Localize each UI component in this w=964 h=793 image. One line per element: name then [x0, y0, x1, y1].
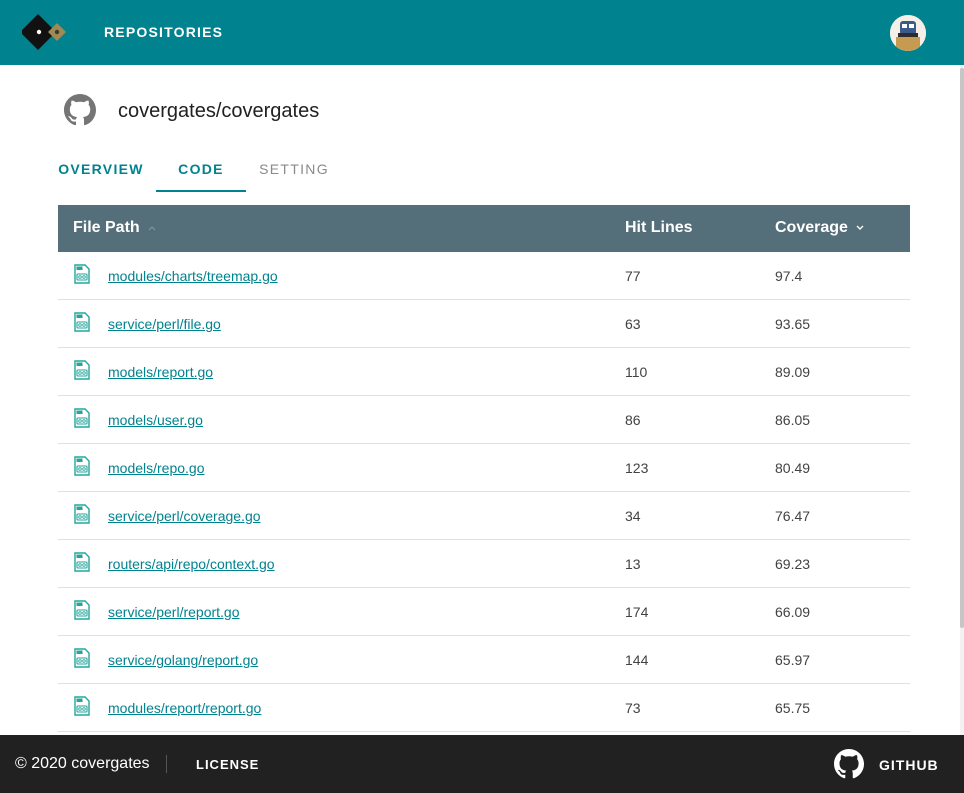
coverage-value: 97.4: [775, 268, 803, 284]
coverage-value: 89.09: [775, 364, 811, 380]
hit-lines-value: 63: [625, 316, 641, 332]
go-file-icon: [74, 504, 90, 524]
hit-lines-value: 34: [625, 508, 641, 524]
app-page: REPOSITORIES covergates/covergates OVERV…: [0, 0, 964, 793]
file-path-link[interactable]: models/user.go: [108, 412, 203, 428]
github-icon: [64, 94, 96, 126]
page-scrollbar-thumb[interactable]: [960, 68, 964, 628]
file-path-link[interactable]: modules/report/report.go: [108, 700, 261, 716]
column-header-coverage[interactable]: Coverage: [775, 219, 865, 237]
covergates-logo-icon[interactable]: [22, 14, 68, 50]
table-row: modules/report/report.go 73 65.75: [58, 684, 910, 732]
coverage-value: 76.47: [775, 508, 811, 524]
nav-repositories-link[interactable]: REPOSITORIES: [104, 24, 223, 40]
go-file-icon: [74, 408, 90, 428]
table-row: routers/api/repo/context.go 13 69.23: [58, 540, 910, 588]
table-header: File Path Hit Lines Coverage: [58, 205, 910, 252]
column-header-label: Coverage: [775, 219, 848, 236]
coverage-value: 69.23: [775, 556, 811, 572]
table-row: models/repo.go 123 80.49: [58, 444, 910, 492]
footer: © 2020 covergates LICENSE GITHUB: [0, 735, 964, 793]
file-path-link[interactable]: service/perl/coverage.go: [108, 508, 261, 524]
file-path-link[interactable]: service/perl/file.go: [108, 316, 221, 332]
go-file-icon: [74, 456, 90, 476]
coverage-value: 86.05: [775, 412, 811, 428]
active-tab-indicator: [156, 190, 246, 192]
hit-lines-value: 77: [625, 268, 641, 284]
go-file-icon: [74, 600, 90, 620]
file-coverage-table: File Path Hit Lines Coverage modules/cha…: [58, 205, 910, 732]
file-path-link[interactable]: service/perl/report.go: [108, 604, 240, 620]
user-avatar-icon[interactable]: [890, 15, 926, 51]
copyright-text: © 2020 covergates: [15, 755, 150, 772]
file-path-link[interactable]: modules/charts/treemap.go: [108, 268, 278, 284]
sort-arrow-up-icon: [148, 225, 156, 231]
table-row: service/perl/report.go 174 66.09: [58, 588, 910, 636]
file-path-link[interactable]: models/repo.go: [108, 460, 205, 476]
hit-lines-value: 86: [625, 412, 641, 428]
hit-lines-value: 13: [625, 556, 641, 572]
tab-setting[interactable]: SETTING: [250, 161, 338, 193]
go-file-icon: [74, 696, 90, 716]
go-file-icon: [74, 264, 90, 284]
footer-divider: [166, 755, 167, 773]
license-link[interactable]: LICENSE: [196, 757, 259, 772]
file-path-link[interactable]: service/golang/report.go: [108, 652, 258, 668]
table-row: service/golang/report.go 144 65.97: [58, 636, 910, 684]
coverage-value: 65.97: [775, 652, 811, 668]
column-header-label: Hit Lines: [625, 219, 693, 236]
hit-lines-value: 123: [625, 460, 649, 476]
table-row: modules/charts/treemap.go 77 97.4: [58, 252, 910, 300]
column-header-file-path[interactable]: File Path: [73, 219, 157, 237]
file-path-link[interactable]: models/report.go: [108, 364, 213, 380]
hit-lines-value: 144: [625, 652, 649, 668]
go-file-icon: [74, 360, 90, 380]
repo-title: covergates/covergates: [118, 100, 320, 122]
hit-lines-value: 174: [625, 604, 649, 620]
hit-lines-value: 73: [625, 700, 641, 716]
sort-arrow-down-icon: [856, 225, 864, 230]
table-row: service/perl/coverage.go 34 76.47: [58, 492, 910, 540]
github-icon[interactable]: [834, 749, 864, 779]
coverage-value: 80.49: [775, 460, 811, 476]
tab-code[interactable]: CODE: [156, 161, 246, 193]
go-file-icon: [74, 312, 90, 332]
coverage-value: 66.09: [775, 604, 811, 620]
table-row: models/user.go 86 86.05: [58, 396, 910, 444]
top-app-bar: REPOSITORIES: [0, 0, 964, 65]
github-link[interactable]: GITHUB: [879, 757, 939, 773]
go-file-icon: [74, 552, 90, 572]
coverage-value: 65.75: [775, 700, 811, 716]
file-path-link[interactable]: routers/api/repo/context.go: [108, 556, 275, 572]
table-row: models/report.go 110 89.09: [58, 348, 910, 396]
column-header-hit-lines[interactable]: Hit Lines: [625, 219, 693, 237]
tab-overview[interactable]: OVERVIEW: [58, 161, 144, 193]
hit-lines-value: 110: [625, 364, 648, 380]
coverage-value: 93.65: [775, 316, 811, 332]
table-row: service/perl/file.go 63 93.65: [58, 300, 910, 348]
column-header-label: File Path: [73, 219, 140, 236]
go-file-icon: [74, 648, 90, 668]
